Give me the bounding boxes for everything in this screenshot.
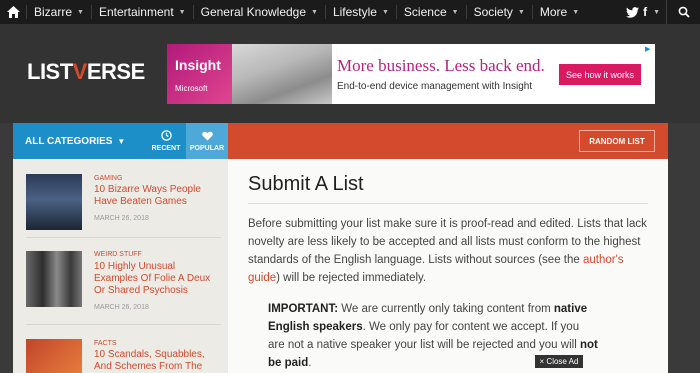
caret-down-icon: ▼ xyxy=(381,8,389,16)
home-icon[interactable] xyxy=(0,0,26,24)
ad-headline: More business. Less back end. xyxy=(337,56,545,75)
tab-recent[interactable]: RECENT xyxy=(146,123,186,159)
important-label: IMPORTANT: xyxy=(268,303,339,315)
logo-text: ERSE xyxy=(86,59,145,84)
site-header: LISTVERSE Insight Microsoft More busines… xyxy=(0,24,700,123)
nav-item-label: Lifestyle xyxy=(332,5,377,19)
ad-brand-name: Insight xyxy=(175,57,221,73)
divider xyxy=(26,237,221,238)
tab-popular[interactable]: POPULAR xyxy=(186,123,228,159)
tab-popular-label: POPULAR xyxy=(189,144,225,152)
article-category[interactable]: WEIRD STUFF xyxy=(94,251,142,258)
ad-brand-panel: Insight Microsoft xyxy=(167,44,232,104)
nav-item-society[interactable]: Society ▼ xyxy=(467,0,532,24)
article-category[interactable]: GAMING xyxy=(94,175,122,182)
all-categories-label: ALL CATEGORIES xyxy=(25,135,113,147)
social-links: f ▼ xyxy=(626,0,660,24)
nav-item-more[interactable]: More ▼ xyxy=(533,0,586,24)
nav-item-entertainment[interactable]: Entertainment ▼ xyxy=(92,0,193,24)
nav-item-general-knowledge[interactable]: General Knowledge ▼ xyxy=(194,0,325,24)
tab-recent-label: RECENT xyxy=(151,145,181,152)
clock-icon xyxy=(160,130,172,141)
nav-item-lifestyle[interactable]: Lifestyle ▼ xyxy=(326,0,396,24)
article-thumbnail[interactable] xyxy=(26,339,82,373)
ad-image xyxy=(232,44,332,104)
nav-item-label: More xyxy=(539,5,568,19)
divider xyxy=(26,324,221,325)
random-list-button[interactable]: RANDOM LIST xyxy=(579,130,655,152)
nav-item-science[interactable]: Science ▼ xyxy=(397,0,466,24)
article-title[interactable]: 10 Scandals, Squabbles, And Schemes From… xyxy=(94,349,219,373)
twitter-icon[interactable] xyxy=(626,6,640,18)
intro-text-end: ) will be rejected immediately. xyxy=(276,272,427,284)
nav-item-label: Bizarre xyxy=(34,5,73,19)
logo-text: LIST xyxy=(27,59,73,84)
notice-text: We are currently only taking content fro… xyxy=(338,303,554,315)
nav-item-label: Science xyxy=(403,5,447,19)
caret-down-icon: ▼ xyxy=(178,8,186,16)
banner-ad[interactable]: Insight Microsoft More business. Less ba… xyxy=(167,44,655,104)
caret-down-icon: ▼ xyxy=(451,8,459,16)
nav-item-label: Society xyxy=(473,5,513,19)
site-logo[interactable]: LISTVERSE xyxy=(27,59,145,85)
logo-accent: V xyxy=(72,59,88,84)
article-date: MARCH 26, 2018 xyxy=(94,215,149,222)
article-thumbnail[interactable] xyxy=(26,174,82,230)
divider xyxy=(248,203,648,204)
nav-item-bizarre[interactable]: Bizarre ▼ xyxy=(27,0,91,24)
article-date: MARCH 26, 2018 xyxy=(94,304,149,311)
caret-down-icon: ▼ xyxy=(117,136,126,146)
top-nav: Bizarre ▼ Entertainment ▼ General Knowledg… xyxy=(0,0,700,24)
nav-item-label: General Knowledge xyxy=(200,5,307,19)
nav-item-label: Entertainment xyxy=(98,5,174,19)
caret-down-icon: ▼ xyxy=(572,8,580,16)
search-icon[interactable] xyxy=(666,0,700,24)
intro-paragraph: Before submitting your list make sure it… xyxy=(248,215,648,287)
article-title[interactable]: 10 Bizarre Ways People Have Beaten Games xyxy=(94,184,219,208)
page-title: Submit A List xyxy=(248,173,364,195)
caret-down-icon: ▼ xyxy=(311,8,318,16)
close-ad-button[interactable]: × Close Ad xyxy=(535,355,583,368)
all-categories-button[interactable]: ALL CATEGORIES ▼ xyxy=(13,123,158,159)
ad-cta-button[interactable]: See how it works xyxy=(559,64,641,85)
heart-icon xyxy=(201,131,213,141)
facebook-icon[interactable]: f xyxy=(643,5,647,19)
sidebar: GAMING 10 Bizarre Ways People Have Beate… xyxy=(13,159,228,373)
ad-brand-sub: Microsoft xyxy=(175,84,208,93)
caret-down-icon: ▼ xyxy=(517,8,525,16)
ad-info-icon[interactable]: ▶ xyxy=(645,45,653,53)
notice-text: . xyxy=(308,357,312,369)
caret-down-icon: ▼ xyxy=(653,8,660,16)
article-thumbnail[interactable] xyxy=(26,251,82,307)
article-title[interactable]: 10 Highly Unusual Examples Of Folie A De… xyxy=(94,261,219,297)
caret-down-icon: ▼ xyxy=(77,8,84,16)
ad-subline: End-to-end device management with Insigh… xyxy=(337,81,533,92)
main-content: Submit A List Before submitting your lis… xyxy=(228,159,668,373)
article-category[interactable]: FACTS xyxy=(94,340,117,347)
category-bar: ALL CATEGORIES ▼ RECENT POPULAR RANDOM LI… xyxy=(13,123,668,159)
